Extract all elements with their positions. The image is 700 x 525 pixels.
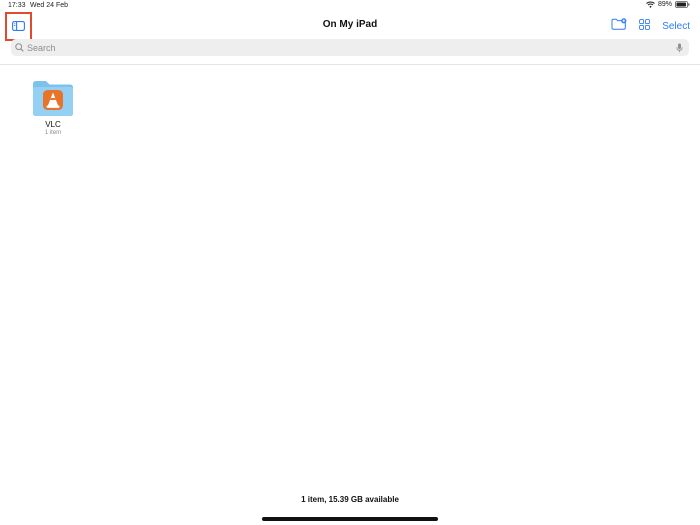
folder-icon xyxy=(25,79,81,117)
nav-actions: Select xyxy=(611,17,690,35)
microphone-icon[interactable] xyxy=(676,43,683,53)
battery-icon xyxy=(675,1,690,8)
status-bar: 17:33 Wed 24 Feb 89% xyxy=(0,0,700,12)
header-divider xyxy=(0,64,700,65)
sidebar-toggle-button[interactable] xyxy=(5,12,32,41)
search-icon xyxy=(15,43,24,52)
sidebar-icon xyxy=(12,18,25,36)
search-bar[interactable] xyxy=(11,39,689,56)
search-input[interactable] xyxy=(27,40,676,55)
files-app-screen: 17:33 Wed 24 Feb 89% On My iPad Select S… xyxy=(0,0,700,525)
home-indicator[interactable] xyxy=(262,517,438,521)
new-folder-icon xyxy=(611,17,627,35)
status-right: 89% xyxy=(646,1,690,8)
view-mode-button[interactable] xyxy=(639,17,651,35)
storage-info: 1 item, 15.39 GB available xyxy=(301,495,399,504)
grid-view-icon xyxy=(639,17,651,35)
file-meta: 1 item xyxy=(44,130,62,136)
folder-item-vlc[interactable]: VLC 1 item xyxy=(25,79,81,136)
new-folder-button[interactable] xyxy=(611,17,627,35)
file-name: VLC xyxy=(45,120,61,129)
status-date: Wed 24 Feb xyxy=(30,2,69,9)
page-title: On My iPad xyxy=(322,19,378,30)
select-button[interactable]: Select xyxy=(662,21,690,32)
navigation-bar: On My iPad Select xyxy=(0,12,700,41)
wifi-icon xyxy=(646,1,655,8)
status-time: 17:33 xyxy=(8,2,26,9)
battery-percent: 89% xyxy=(657,1,672,8)
